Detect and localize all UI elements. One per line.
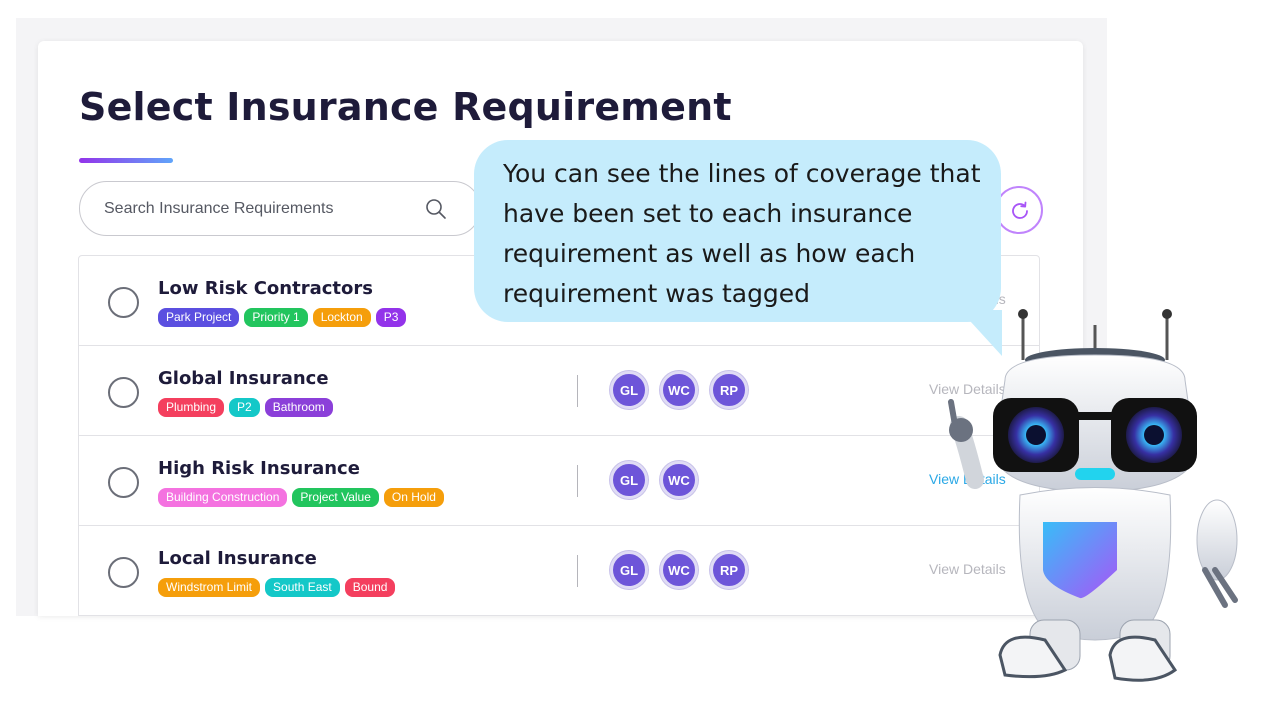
requirement-name: Low Risk Contractors	[158, 278, 373, 299]
tag-badge: Bound	[344, 578, 396, 597]
robot-mascot	[948, 309, 1238, 682]
tooltip-text: You can see the lines of coverage that h…	[503, 159, 981, 308]
stage: Select Insurance Requirement Search Insu…	[0, 0, 1280, 718]
refresh-icon	[1012, 201, 1028, 219]
tag-badge: Park Project	[158, 308, 240, 327]
title-underline	[79, 158, 173, 163]
coverage-badge: RP	[710, 551, 748, 589]
tag-list: Park Project Priority 1 Lockton P3	[158, 308, 407, 327]
select-radio[interactable]	[108, 287, 139, 318]
column-divider	[577, 465, 578, 497]
page-title: Select Insurance Requirement	[79, 85, 732, 129]
tag-badge: Bathroom	[264, 398, 333, 417]
tag-badge: Windstrom Limit	[158, 578, 261, 597]
table-row[interactable]: Local Insurance Windstrom Limit South East…	[79, 526, 1039, 616]
search-placeholder: Search Insurance Requirements	[104, 200, 334, 217]
select-radio[interactable]	[108, 557, 139, 588]
tag-list: Building Construction Project Value On Hol…	[158, 488, 444, 507]
tag-list: Plumbing P2 Bathroom	[158, 398, 333, 417]
requirement-name: Global Insurance	[158, 368, 329, 389]
tag-badge: South East	[265, 578, 340, 597]
tag-badge: Project Value	[292, 488, 379, 507]
tag-badge: Priority 1	[244, 308, 308, 327]
tag-list: Windstrom Limit South East Bound	[158, 578, 396, 597]
select-radio[interactable]	[108, 377, 139, 408]
column-divider	[577, 555, 578, 587]
coverage-badge: WC	[660, 551, 698, 589]
table-row[interactable]: High Risk Insurance Building Construction…	[79, 436, 1039, 526]
tag-badge: On Hold	[383, 488, 444, 507]
coverage-badge: RP	[710, 371, 748, 409]
tag-badge: Plumbing	[158, 398, 225, 417]
search-input[interactable]: Search Insurance Requirements	[79, 181, 481, 236]
search-icon[interactable]	[424, 197, 448, 221]
coverage-list: GL WC RP	[610, 551, 748, 589]
coverage-badge: WC	[660, 371, 698, 409]
coverage-badge: WC	[660, 461, 698, 499]
tag-badge: Lockton	[312, 308, 371, 327]
requirement-card: Select Insurance Requirement Search Insu…	[38, 41, 1083, 616]
coverage-badge: GL	[610, 371, 648, 409]
coverage-list: GL WC	[610, 461, 698, 499]
coverage-badge: GL	[610, 461, 648, 499]
tag-badge: P3	[375, 308, 407, 327]
tooltip-bubble: You can see the lines of coverage that h…	[474, 140, 1001, 322]
select-radio[interactable]	[108, 467, 139, 498]
coverage-list: GL WC RP	[610, 371, 748, 409]
refresh-button[interactable]	[995, 186, 1043, 234]
tag-badge: P2	[229, 398, 260, 417]
tag-badge: Building Construction	[158, 488, 288, 507]
requirement-name: High Risk Insurance	[158, 458, 360, 479]
table-row[interactable]: Global Insurance Plumbing P2 Bathroom GL WC RP…	[79, 346, 1039, 436]
coverage-badge: GL	[610, 551, 648, 589]
column-divider	[577, 375, 578, 407]
requirement-name: Local Insurance	[158, 548, 317, 569]
